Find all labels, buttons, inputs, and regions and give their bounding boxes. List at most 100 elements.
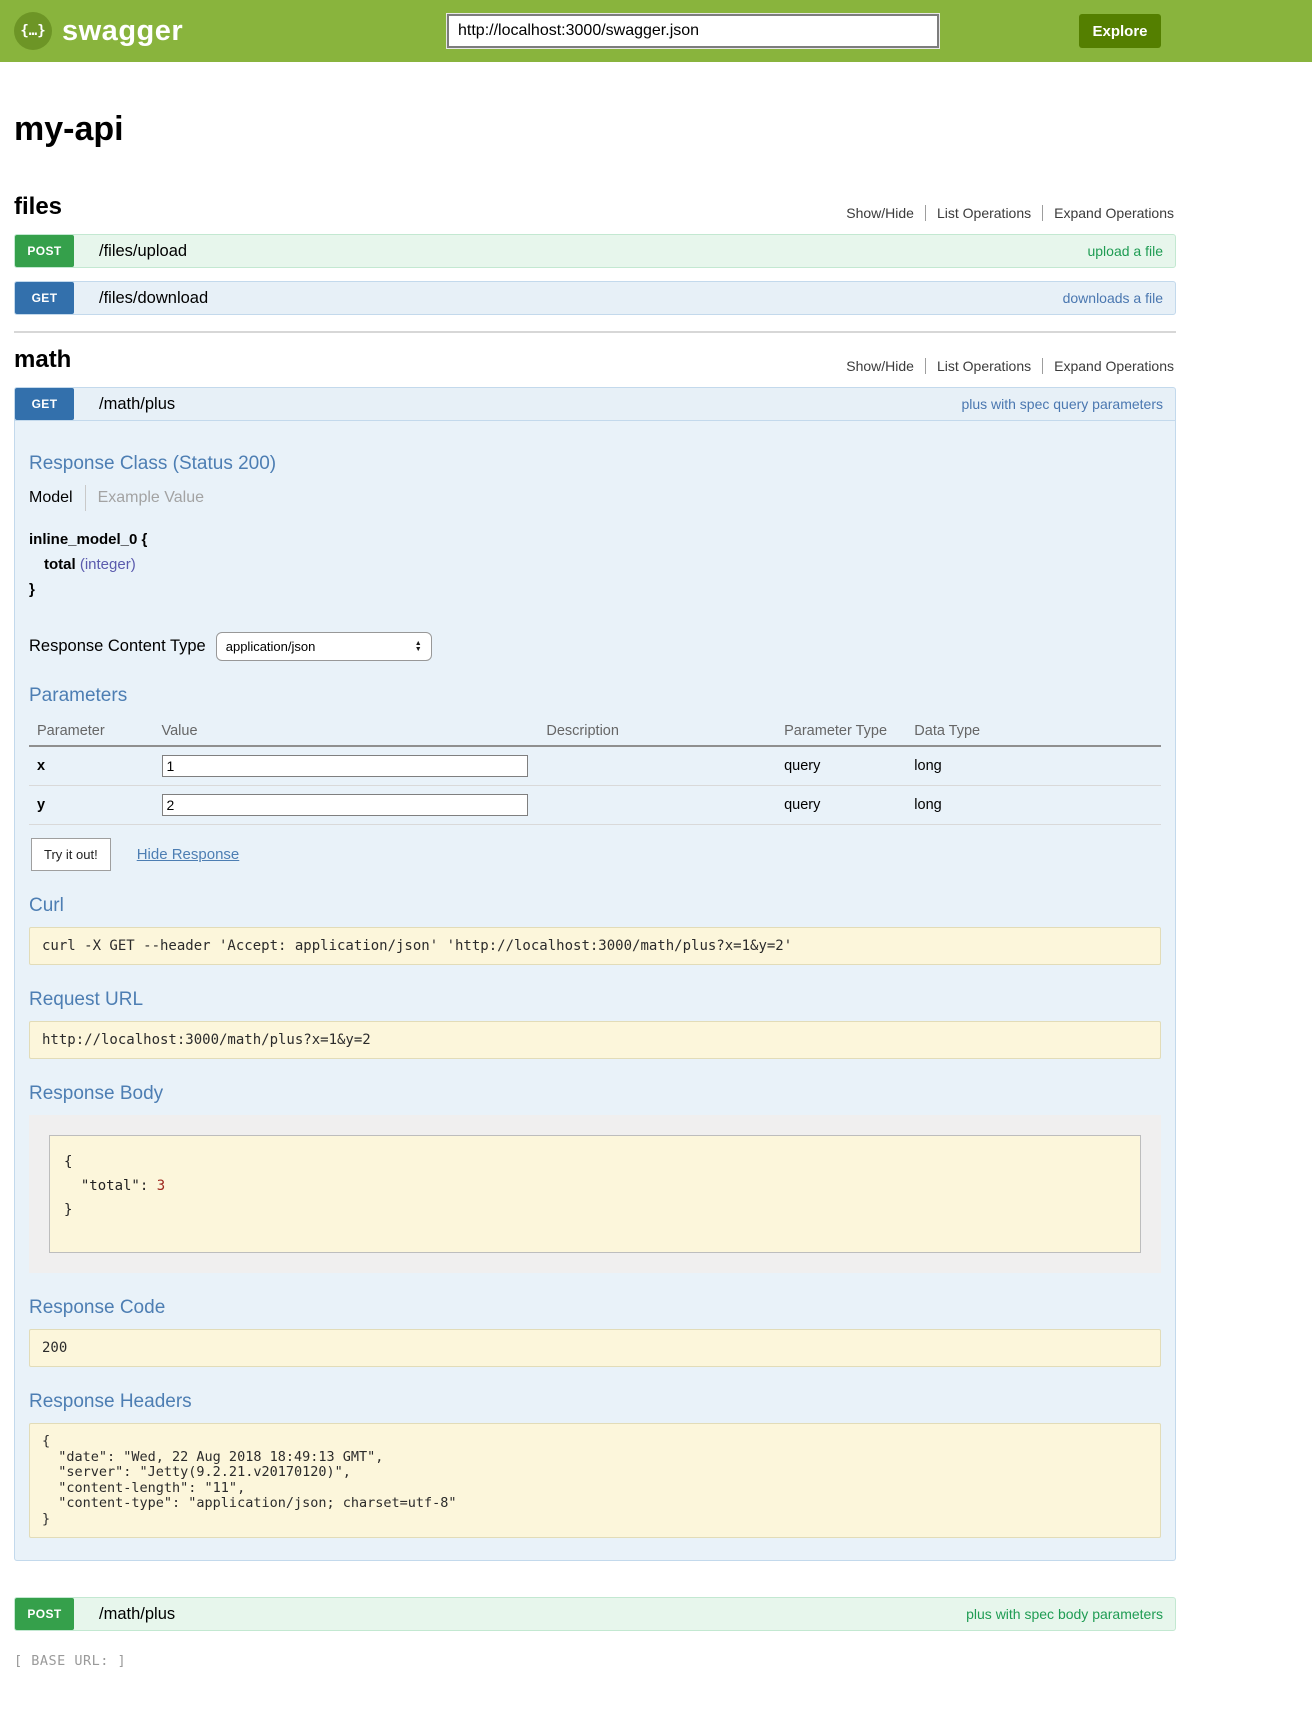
param-data-type: long xyxy=(906,746,1161,786)
swagger-logo-icon: {…} xyxy=(14,12,52,50)
headers-line: "content-type": "application/json; chars… xyxy=(42,1496,1148,1512)
hide-response-link[interactable]: Hide Response xyxy=(137,846,240,863)
brand-title: swagger xyxy=(62,15,183,48)
response-headers-heading: Response Headers xyxy=(29,1391,1161,1413)
select-arrows-icon: ▲▼ xyxy=(415,641,422,653)
parameter-row-x: x query long xyxy=(29,746,1161,786)
files-section-title[interactable]: files xyxy=(14,193,62,221)
param-description xyxy=(538,786,776,825)
response-content-type-label: Response Content Type xyxy=(29,637,206,656)
model-property-line: total (integer) xyxy=(29,552,1161,577)
operation-get-files-download[interactable]: GET /files/download downloads a file xyxy=(14,281,1176,315)
model-property-type: (integer) xyxy=(80,556,136,573)
col-parameter-type: Parameter Type xyxy=(776,717,906,746)
try-it-out-button[interactable]: Try it out! xyxy=(31,838,111,871)
files-section-links: Show/Hide List Operations Expand Operati… xyxy=(835,205,1176,221)
headers-line: "content-length": "11", xyxy=(42,1481,1148,1497)
content-wrapper: my-api files Show/Hide List Operations E… xyxy=(14,110,1176,1669)
curl-heading: Curl xyxy=(29,895,1161,917)
json-key: "total": xyxy=(64,1178,157,1194)
col-parameter: Parameter xyxy=(29,717,154,746)
method-badge-post: POST xyxy=(15,1598,74,1630)
response-content-type-row: Response Content Type application/json ▲… xyxy=(29,632,1161,661)
operation-summary-link[interactable]: plus with spec body parameters xyxy=(966,1606,1175,1622)
param-y-input[interactable] xyxy=(162,794,528,816)
operation-path[interactable]: /files/upload xyxy=(99,242,187,261)
model-close-line: } xyxy=(29,577,1161,602)
files-list-operations-link[interactable]: List Operations xyxy=(925,205,1042,221)
parameters-header-row: Parameter Value Description Parameter Ty… xyxy=(29,717,1161,746)
json-close-brace: } xyxy=(64,1198,1130,1222)
math-section-links: Show/Hide List Operations Expand Operati… xyxy=(835,358,1176,374)
response-code-block: 200 xyxy=(29,1329,1161,1367)
headers-line: { xyxy=(42,1434,1148,1450)
operation-summary-link[interactable]: upload a file xyxy=(1087,243,1175,259)
operation-get-math-plus[interactable]: GET /math/plus plus with spec query para… xyxy=(14,387,1176,421)
param-x-input[interactable] xyxy=(162,755,528,777)
model-signature: inline_model_0 { total (integer) } xyxy=(29,527,1161,602)
request-url-heading: Request URL xyxy=(29,989,1161,1011)
model-property-name: total xyxy=(44,556,76,573)
parameter-row-y: y query long xyxy=(29,786,1161,825)
operation-detail-panel: Response Class (Status 200) Model Exampl… xyxy=(14,421,1176,1561)
col-description: Description xyxy=(538,717,776,746)
param-parameter-type: query xyxy=(776,786,906,825)
files-show-hide-link[interactable]: Show/Hide xyxy=(835,205,925,221)
files-section-header: files Show/Hide List Operations Expand O… xyxy=(14,193,1176,221)
response-body-json: { "total": 3} xyxy=(49,1135,1141,1253)
param-description xyxy=(538,746,776,786)
param-name: y xyxy=(29,786,154,825)
response-content-type-select[interactable]: application/json ▲▼ xyxy=(216,632,432,661)
param-data-type: long xyxy=(906,786,1161,825)
response-body-heading: Response Body xyxy=(29,1083,1161,1105)
tab-example-value[interactable]: Example Value xyxy=(86,485,204,511)
response-headers-block: { "date": "Wed, 22 Aug 2018 18:49:13 GMT… xyxy=(29,1423,1161,1538)
parameters-heading: Parameters xyxy=(29,685,1161,707)
parameters-table: Parameter Value Description Parameter Ty… xyxy=(29,717,1161,825)
selected-option: application/json xyxy=(226,639,316,654)
headers-line: "date": "Wed, 22 Aug 2018 18:49:13 GMT", xyxy=(42,1450,1148,1466)
curl-command-block: curl -X GET --header 'Accept: applicatio… xyxy=(29,927,1161,965)
json-open-brace: { xyxy=(64,1150,1130,1174)
base-url-footer: [ BASE URL: ] xyxy=(14,1653,1176,1669)
operation-post-files-upload[interactable]: POST /files/upload upload a file xyxy=(14,234,1176,268)
headers-line: } xyxy=(42,1512,1148,1528)
operation-path[interactable]: /math/plus xyxy=(99,395,175,414)
col-value: Value xyxy=(154,717,539,746)
files-expand-operations-link[interactable]: Expand Operations xyxy=(1042,205,1176,221)
operation-post-math-plus[interactable]: POST /math/plus plus with spec body para… xyxy=(14,1597,1176,1631)
request-url-block: http://localhost:3000/math/plus?x=1&y=2 xyxy=(29,1021,1161,1059)
math-show-hide-link[interactable]: Show/Hide xyxy=(835,358,925,374)
section-divider xyxy=(14,331,1176,333)
param-name: x xyxy=(29,746,154,786)
explore-button[interactable]: Explore xyxy=(1079,14,1161,48)
response-class-heading: Response Class (Status 200) xyxy=(29,453,1161,475)
param-parameter-type: query xyxy=(776,746,906,786)
math-section-header: math Show/Hide List Operations Expand Op… xyxy=(14,346,1176,374)
math-section-title[interactable]: math xyxy=(14,346,71,374)
spec-url-input[interactable] xyxy=(447,14,939,48)
json-total-line: "total": 3 xyxy=(64,1174,1130,1198)
headers-line: "server": "Jetty(9.2.21.v20170120)", xyxy=(42,1465,1148,1481)
operation-summary-link[interactable]: downloads a file xyxy=(1063,290,1175,306)
model-tabs: Model Example Value xyxy=(29,485,1161,511)
operation-path[interactable]: /math/plus xyxy=(99,1605,175,1624)
header-bar: {…} swagger Explore xyxy=(0,0,1312,62)
method-badge-post: POST xyxy=(15,235,74,267)
method-badge-get: GET xyxy=(15,282,74,314)
operation-path[interactable]: /files/download xyxy=(99,289,208,308)
response-code-heading: Response Code xyxy=(29,1297,1161,1319)
braces-glyph: {…} xyxy=(20,23,45,39)
try-it-out-row: Try it out! Hide Response xyxy=(31,838,1161,871)
swagger-logo[interactable]: {…} swagger xyxy=(14,12,183,50)
response-body-container: { "total": 3} xyxy=(29,1115,1161,1273)
operation-summary-link[interactable]: plus with spec query parameters xyxy=(961,396,1175,412)
json-number-value: 3 xyxy=(157,1178,165,1194)
model-open-line: inline_model_0 { xyxy=(29,527,1161,552)
tab-model[interactable]: Model xyxy=(29,485,85,511)
math-list-operations-link[interactable]: List Operations xyxy=(925,358,1042,374)
col-data-type: Data Type xyxy=(906,717,1161,746)
math-expand-operations-link[interactable]: Expand Operations xyxy=(1042,358,1176,374)
api-title: my-api xyxy=(14,110,1176,149)
method-badge-get: GET xyxy=(15,388,74,420)
